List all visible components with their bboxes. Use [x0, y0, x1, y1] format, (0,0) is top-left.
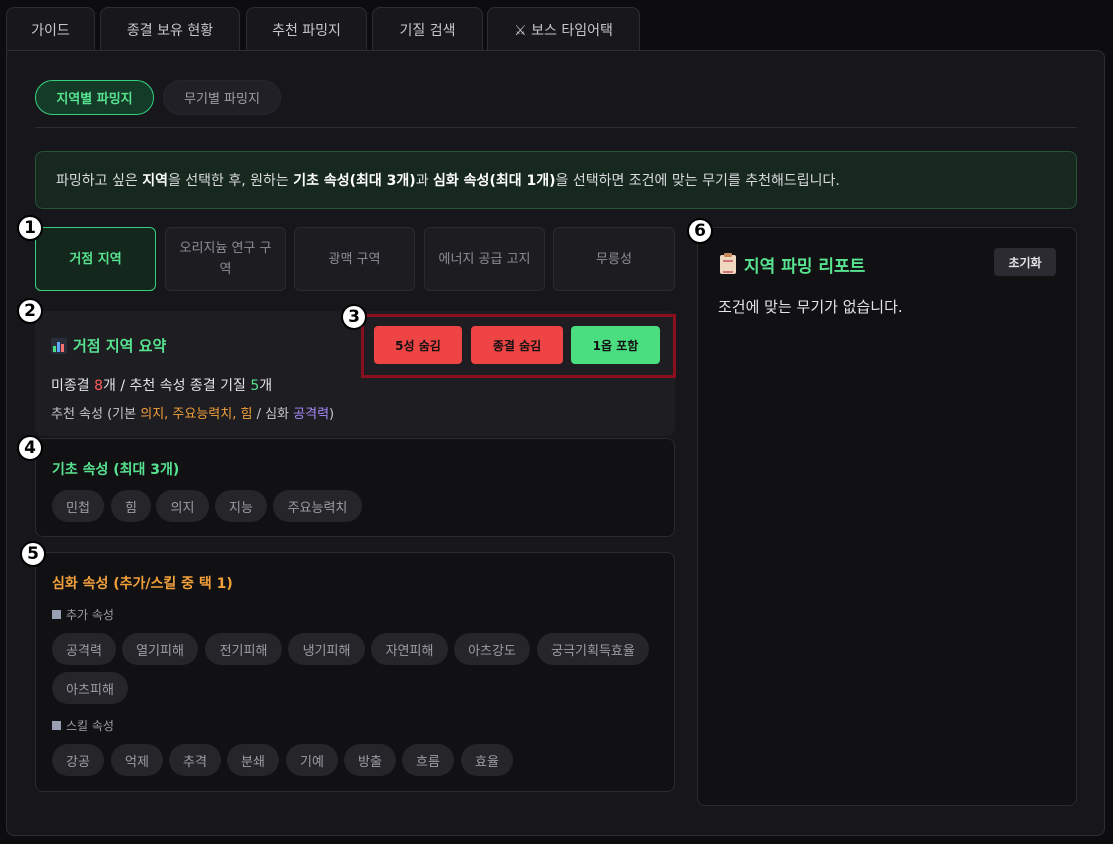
report-empty-message: 조건에 맞는 무기가 없습니다. [718, 298, 903, 316]
chip-technique[interactable]: 기예 [286, 744, 338, 776]
chip-cold-damage[interactable]: 냉기피해 [288, 633, 365, 665]
region-button-ore-vein[interactable]: 광맥 구역 [294, 227, 415, 291]
skill-attributes-label: 스킬 속성 [52, 717, 114, 734]
chip-heavy-attack[interactable]: 강공 [52, 744, 104, 776]
chip-flow[interactable]: 흐름 [402, 744, 454, 776]
region-farming-report: 지역 파밍 리포트 초기화 조건에 맞는 무기가 없습니다. [697, 227, 1077, 806]
tab-recommended-farming[interactable]: 추천 파밍지 [246, 7, 367, 51]
subtab-region-farming[interactable]: 지역별 파밍지 [35, 80, 154, 115]
summary-recommended: 추천 속성 (기본 의지, 주요능력치, 힘 / 심화 공격력) [51, 407, 335, 422]
marker-5: 5 [20, 541, 46, 567]
chip-main-stat[interactable]: 주요능력치 [273, 490, 362, 522]
marker-3: 3 [341, 304, 367, 330]
marker-1: 1 [17, 215, 43, 241]
chip-arts-intensity[interactable]: 아츠강도 [454, 633, 530, 665]
chip-release[interactable]: 방출 [344, 744, 396, 776]
main-panel: 지역별 파밍지 무기별 파밍지 파밍하고 싶은 지역을 선택한 후, 원하는 기… [6, 50, 1105, 836]
region-button-base[interactable]: 거점 지역 [35, 227, 156, 291]
reset-button[interactable]: 초기화 [994, 248, 1056, 276]
chip-electric-damage[interactable]: 전기피해 [205, 633, 282, 665]
tab-trait-search[interactable]: 기질 검색 [372, 7, 483, 51]
chip-agility[interactable]: 민첩 [52, 490, 104, 522]
advanced-attributes-title: 심화 속성 (추가/스킬 중 택 1) [52, 576, 233, 592]
chip-heat-damage[interactable]: 열기피해 [122, 633, 198, 665]
include-1opt-button[interactable]: 1옵 포함 [571, 326, 660, 364]
marker-4: 4 [17, 435, 43, 461]
region-button-energy-highland[interactable]: 에너지 공급 고지 [424, 227, 545, 291]
chip-nature-damage[interactable]: 자연피해 [371, 633, 448, 665]
summary-title: 거점 지역 요약 [51, 335, 166, 356]
region-button-wuling[interactable]: 무릉성 [553, 227, 675, 291]
info-text: 파밍하고 싶은 지역을 선택한 후, 원하는 기초 속성(최대 3개)과 심화 … [56, 173, 840, 189]
hide-5star-button[interactable]: 5성 숨김 [374, 326, 462, 364]
marker-2: 2 [17, 298, 43, 324]
divider [35, 127, 1077, 128]
chip-efficiency[interactable]: 효율 [461, 744, 513, 776]
tab-boss-time-attack[interactable]: ⚔ 보스 타임어택 [487, 7, 640, 51]
advanced-attributes-card: 심화 속성 (추가/스킬 중 택 1) 추가 속성 공격력 열기피해 전기피해 … [35, 552, 675, 792]
marker-6: 6 [687, 218, 713, 244]
report-title: 지역 파밍 리포트 [720, 252, 865, 277]
finished-count: 5 [250, 378, 260, 394]
basic-attributes-card: 기초 속성 (최대 3개) 민첩 힘 의지 지능 주요능력치 [35, 438, 675, 537]
chip-crush[interactable]: 분쇄 [227, 744, 279, 776]
chip-intelligence[interactable]: 지능 [215, 490, 267, 522]
tab-guide[interactable]: 가이드 [6, 7, 95, 51]
unfinished-count: 8 [94, 378, 104, 394]
chip-attack[interactable]: 공격력 [52, 633, 116, 665]
chip-strength[interactable]: 힘 [111, 490, 151, 522]
region-button-originium[interactable]: 오리지늄 연구 구역 [165, 227, 286, 291]
info-banner: 파밍하고 싶은 지역을 선택한 후, 원하는 기초 속성(최대 3개)과 심화 … [35, 151, 1077, 209]
chip-arts-damage[interactable]: 아츠피해 [52, 672, 128, 704]
chip-suppress[interactable]: 억제 [111, 744, 163, 776]
bar-chart-icon [51, 337, 67, 354]
clipboard-icon [720, 253, 736, 274]
basic-attributes-title: 기초 속성 (최대 3개) [52, 462, 180, 478]
subtab-weapon-farming[interactable]: 무기별 파밍지 [163, 80, 281, 115]
chip-will[interactable]: 의지 [156, 490, 209, 522]
summary-counts: 미종결 8개 / 추천 속성 종결 기질 5개 [51, 378, 273, 394]
hide-finished-button[interactable]: 종결 숨김 [471, 326, 563, 364]
extra-attributes-label: 추가 속성 [52, 606, 114, 623]
chip-ultimate-gain[interactable]: 궁극기획득효율 [537, 633, 649, 665]
tab-finish-status[interactable]: 종결 보유 현황 [100, 7, 240, 51]
chip-pursuit[interactable]: 추격 [169, 744, 221, 776]
